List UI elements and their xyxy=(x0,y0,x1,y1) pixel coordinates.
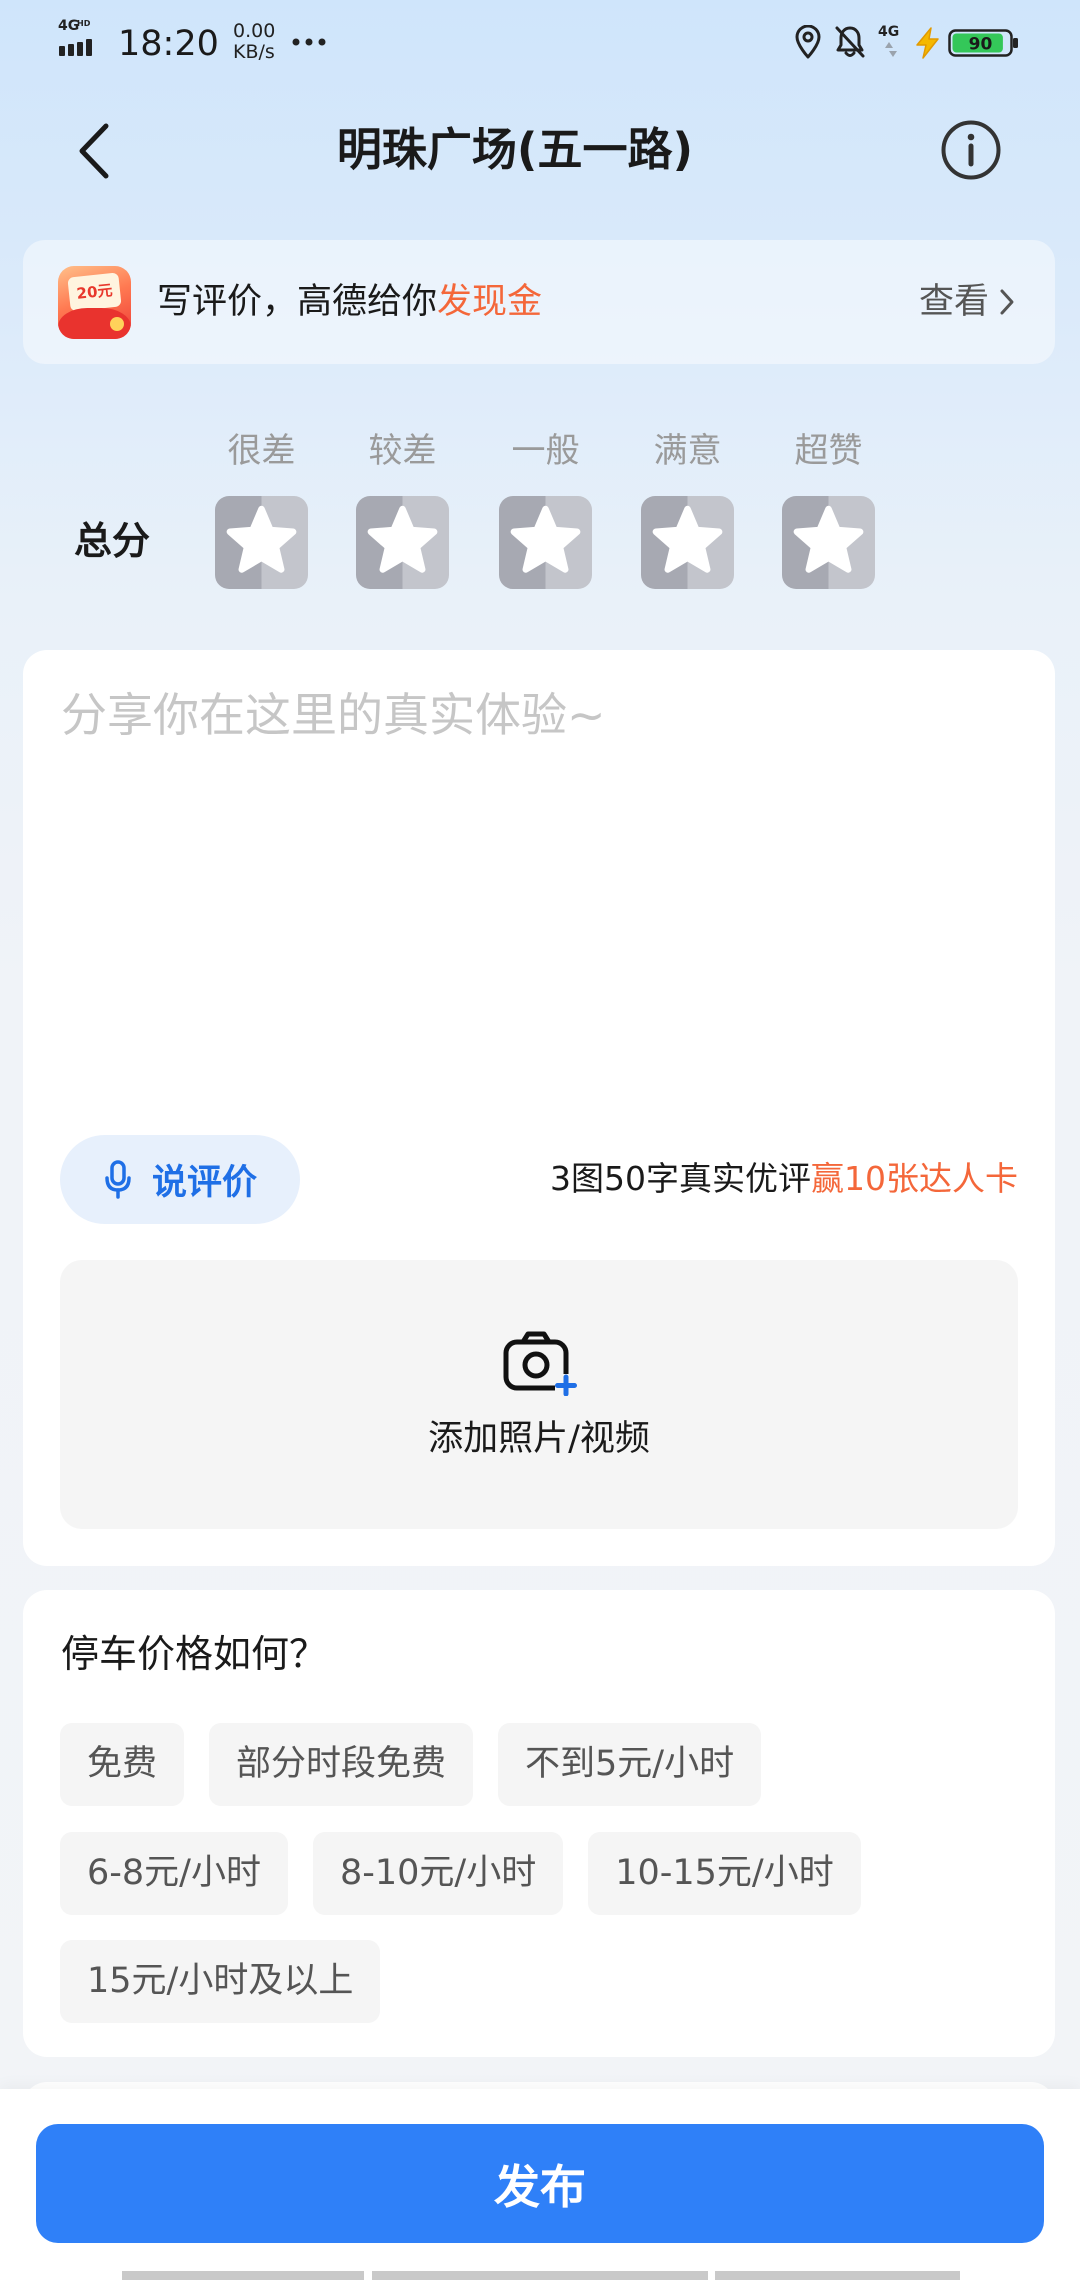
parking-price-card: 停车价格如何？ 免费 部分时段免费 不到5元/小时 6-8元/小时 8-10元/… xyxy=(23,1590,1055,2057)
chevron-right-icon xyxy=(1000,289,1014,315)
coin-icon xyxy=(110,317,124,331)
voice-review-label: 说评价 xyxy=(152,1163,258,1203)
bottom-indicator-segment xyxy=(372,2271,708,2280)
parking-option-15-plus[interactable]: 15元/小时及以上 xyxy=(60,1940,381,2023)
reward-text: 3图50字真实优评 xyxy=(550,1159,811,1198)
rating-star-button[interactable] xyxy=(499,496,592,589)
parking-options-row: 15元/小时及以上 xyxy=(60,1940,381,2023)
bell-off-icon xyxy=(835,26,865,58)
net-speed-value: 0.00 xyxy=(233,20,276,42)
mobile-data-label: 4G xyxy=(878,24,899,40)
rating-star-button[interactable] xyxy=(782,496,875,589)
header: 明珠广场(五一路) xyxy=(0,100,1080,200)
net-speed: 0.00 KB/s xyxy=(233,21,275,63)
banner-highlight: 发现金 xyxy=(437,282,543,322)
add-media-label: 添加照片/视频 xyxy=(428,1419,650,1459)
review-card: 说评价 3图50字真实优评赢10张达人卡 添加照片/视频 xyxy=(23,650,1055,1566)
location-icon xyxy=(795,25,821,59)
star-icon xyxy=(226,505,297,573)
microphone-icon xyxy=(105,1159,131,1199)
rating-option-label: 超赞 xyxy=(794,431,863,471)
rating-total-label: 总分 xyxy=(74,519,151,563)
reward-highlight: 赢10张达人卡 xyxy=(811,1159,1018,1198)
back-button[interactable] xyxy=(70,120,118,182)
rating-star-button[interactable] xyxy=(215,496,308,589)
cash-envelope-icon: 20元 xyxy=(58,266,131,339)
status-bar: 4G HD 18:20 0.00 KB/s 4G 90 xyxy=(0,0,1080,80)
parking-option-6-8[interactable]: 6-8元/小时 xyxy=(60,1832,288,1915)
star-icon xyxy=(793,505,864,573)
parking-options-row: 6-8元/小时 8-10元/小时 10-15元/小时 xyxy=(60,1832,861,1915)
page-title: 明珠广场(五一路) xyxy=(336,123,694,176)
parking-option-free[interactable]: 免费 xyxy=(60,1723,185,1806)
rating-star-button[interactable] xyxy=(641,496,734,589)
parking-option-10-15[interactable]: 10-15元/小时 xyxy=(588,1832,861,1915)
reward-hint: 3图50字真实优评赢10张达人卡 xyxy=(550,1154,1018,1204)
star-icon xyxy=(652,505,723,573)
info-icon xyxy=(941,120,1001,180)
star-icon xyxy=(510,505,581,573)
rating-option-label: 很差 xyxy=(227,431,296,471)
rating-option-bad[interactable]: 较差 xyxy=(356,426,449,589)
envelope-amount: 20元 xyxy=(75,281,114,303)
rating-option-label: 一般 xyxy=(511,431,580,471)
charging-icon xyxy=(916,27,939,59)
camera-add-icon xyxy=(503,1331,577,1396)
rating-option-excellent[interactable]: 超赞 xyxy=(782,426,875,589)
banner-view-link[interactable]: 查看 xyxy=(919,277,1015,327)
banner-message: 写评价，高德给你 xyxy=(157,282,438,322)
add-media-button[interactable]: 添加照片/视频 xyxy=(60,1260,1018,1529)
voice-review-button[interactable]: 说评价 xyxy=(60,1135,300,1224)
review-text-input[interactable] xyxy=(61,687,1017,1107)
banner-text: 写评价，高德给你发现金 xyxy=(157,277,542,327)
battery-icon: 90 xyxy=(948,29,1018,57)
rating-option-average[interactable]: 一般 xyxy=(499,426,592,589)
star-icon xyxy=(367,505,438,573)
rating-star-button[interactable] xyxy=(356,496,449,589)
rating-option-satisfied[interactable]: 满意 xyxy=(641,426,734,589)
rating-option-label: 满意 xyxy=(653,431,722,471)
rating-option-label: 较差 xyxy=(368,431,437,471)
hd-label: HD xyxy=(77,19,91,28)
signal-icon: 4G HD xyxy=(58,18,92,56)
mobile-data-icon: 4G xyxy=(878,24,899,57)
cash-reward-banner[interactable]: 20元 写评价，高德给你发现金 查看 xyxy=(23,240,1055,364)
bottom-indicator-segment xyxy=(715,2271,960,2280)
parking-question: 停车价格如何？ xyxy=(61,1632,328,1676)
publish-button[interactable]: 发布 xyxy=(36,2124,1044,2243)
net-speed-unit: KB/s xyxy=(233,41,275,63)
info-button[interactable] xyxy=(940,119,1002,181)
rating-option-very-bad[interactable]: 很差 xyxy=(215,426,308,589)
parking-option-8-10[interactable]: 8-10元/小时 xyxy=(312,1832,564,1915)
banner-view-label: 查看 xyxy=(918,282,989,322)
more-notifications-icon xyxy=(292,38,326,46)
status-time: 18:20 xyxy=(118,24,219,64)
battery-level: 90 xyxy=(969,35,993,55)
bottom-action-bar: 发布 xyxy=(0,2089,1080,2280)
envelope-card: 20元 xyxy=(67,272,122,312)
chevron-left-icon xyxy=(79,123,109,179)
parking-option-under-5[interactable]: 不到5元/小时 xyxy=(498,1723,762,1806)
parking-options-row: 免费 部分时段免费 不到5元/小时 xyxy=(60,1723,762,1806)
parking-option-partial-free[interactable]: 部分时段免费 xyxy=(209,1723,474,1806)
bottom-indicator-segment xyxy=(122,2271,364,2280)
